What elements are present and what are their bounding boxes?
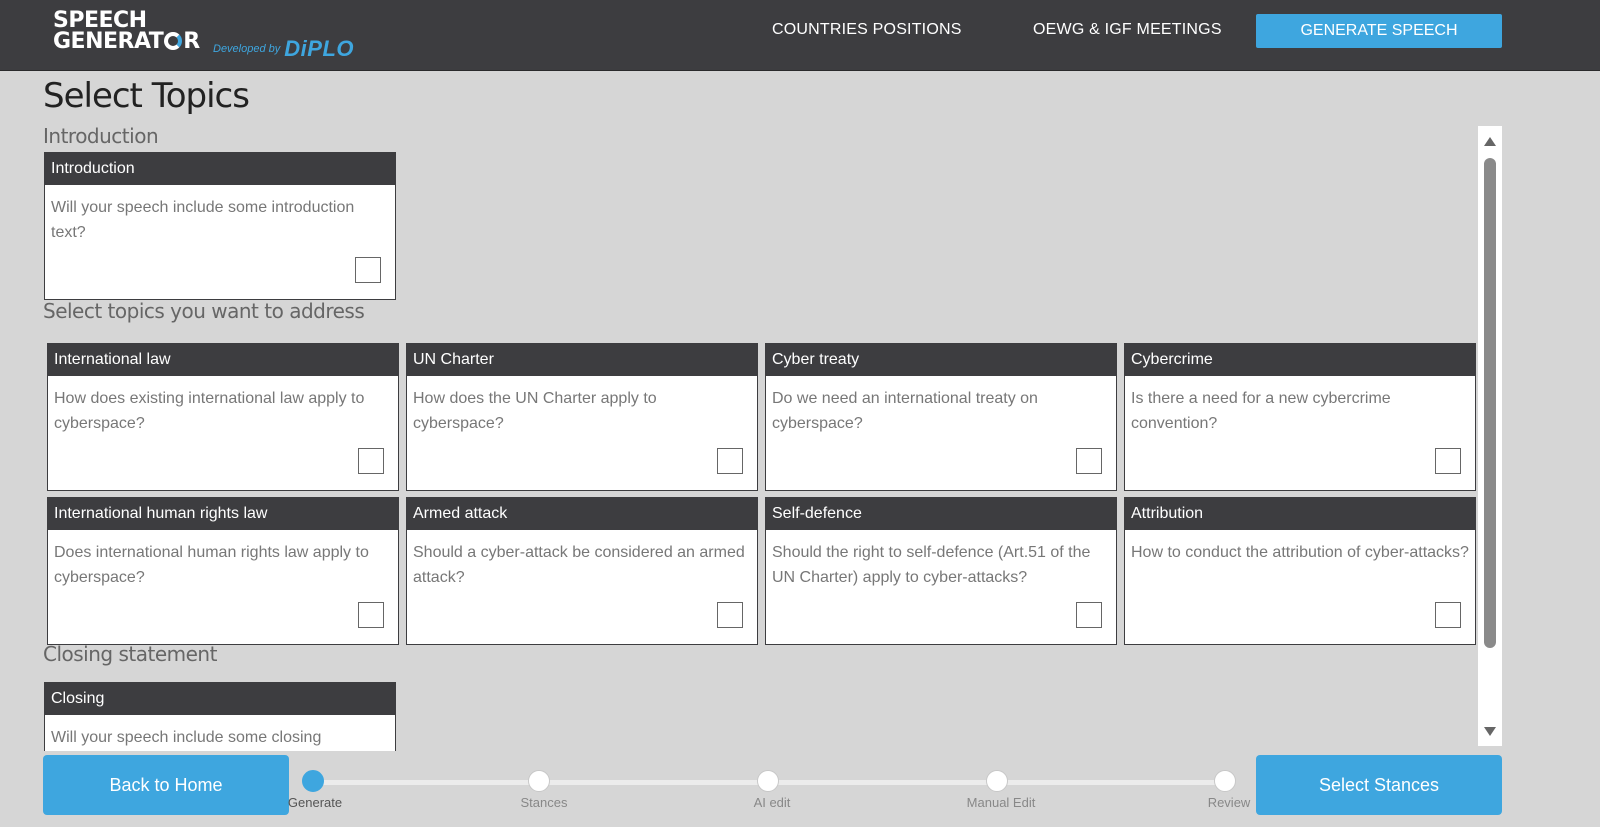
un-charter-checkbox[interactable] — [717, 448, 743, 474]
step-label-stances: Stances — [520, 795, 568, 810]
card-title: Armed attack — [407, 498, 757, 530]
developed-by-diplo: Developed by DiPLO — [213, 36, 355, 61]
card-question: Will your speech include some introducti… — [51, 199, 355, 241]
step-label-generate: Generate — [287, 795, 343, 810]
card-question: Will your speech include some closing st… — [51, 729, 322, 746]
cybercrime-checkbox[interactable] — [1435, 448, 1461, 474]
step-dot-manual-edit[interactable] — [986, 770, 1008, 792]
card-title: Cybercrime — [1125, 344, 1475, 376]
topic-card-cybercrime[interactable]: Cybercrime Is there a need for a new cyb… — [1124, 343, 1476, 491]
card-title: International law — [48, 344, 398, 376]
topic-card-self-defence[interactable]: Self-defence Should the right to self-de… — [765, 497, 1117, 645]
card-question: Is there a need for a new cybercrime con… — [1131, 390, 1391, 432]
step-dot-stances[interactable] — [528, 770, 550, 792]
section-heading-closing: Closing statement — [43, 642, 217, 666]
card-title: International human rights law — [48, 498, 398, 530]
section-heading-introduction: Introduction — [43, 124, 159, 148]
step-label-manual-edit: Manual Edit — [966, 795, 1036, 810]
card-title: Closing — [45, 683, 395, 715]
card-title: UN Charter — [407, 344, 757, 376]
topic-card-closing[interactable]: Closing Will your speech include some cl… — [44, 682, 396, 751]
diplo-brand: DiPLO — [284, 36, 355, 61]
attribution-checkbox[interactable] — [1435, 602, 1461, 628]
logo-line-1: SPEECH — [53, 8, 147, 33]
card-title: Self-defence — [766, 498, 1116, 530]
step-dot-generate[interactable] — [302, 770, 324, 792]
step-dot-ai-edit[interactable] — [757, 770, 779, 792]
scroll-up-arrow-icon[interactable] — [1484, 137, 1496, 146]
topic-card-attribution[interactable]: Attribution How to conduct the attributi… — [1124, 497, 1476, 645]
select-stances-button[interactable]: Select Stances — [1256, 755, 1502, 815]
nav-oewg-igf-meetings[interactable]: OEWG & IGF MEETINGS — [1033, 21, 1222, 39]
armed-attack-checkbox[interactable] — [717, 602, 743, 628]
card-title: Attribution — [1125, 498, 1475, 530]
card-question: How to conduct the attribution of cyber-… — [1131, 544, 1469, 561]
generate-speech-button[interactable]: GENERATE SPEECH — [1256, 14, 1502, 48]
topic-card-cyber-treaty[interactable]: Cyber treaty Do we need an international… — [765, 343, 1117, 491]
nav-countries-positions[interactable]: COUNTRIES POSITIONS — [772, 21, 962, 39]
page-title: Select Topics — [43, 76, 250, 116]
international-law-checkbox[interactable] — [358, 448, 384, 474]
human-rights-law-checkbox[interactable] — [358, 602, 384, 628]
vertical-scrollbar[interactable] — [1478, 126, 1502, 746]
logo-o-icon — [164, 32, 183, 50]
top-navbar: SPEECH GENERAT R Developed by DiPLO COUNTR… — [0, 0, 1600, 71]
card-question: How does existing international law appl… — [54, 390, 365, 432]
card-question: How does the UN Charter apply to cybersp… — [413, 390, 657, 432]
topic-card-armed-attack[interactable]: Armed attack Should a cyber-attack be co… — [406, 497, 758, 645]
back-to-home-button[interactable]: Back to Home — [43, 755, 289, 815]
step-label-review: Review — [1207, 795, 1251, 810]
card-title: Introduction — [45, 153, 395, 185]
card-question: Do we need an international treaty on cy… — [772, 390, 1038, 432]
card-question: Does international human rights law appl… — [54, 544, 369, 586]
section-heading-topics: Select topics you want to address — [43, 299, 365, 323]
scroll-down-arrow-icon[interactable] — [1484, 727, 1496, 736]
card-question: Should the right to self-defence (Art.51… — [772, 544, 1091, 586]
logo-line-2: GENERAT R — [53, 29, 200, 54]
self-defence-checkbox[interactable] — [1076, 602, 1102, 628]
topic-card-international-law[interactable]: International law How does existing inte… — [47, 343, 399, 491]
cyber-treaty-checkbox[interactable] — [1076, 448, 1102, 474]
speech-generator-logo[interactable]: SPEECH GENERAT R — [53, 8, 200, 54]
step-label-ai-edit: AI edit — [753, 795, 791, 810]
introduction-checkbox[interactable] — [355, 257, 381, 283]
topic-card-un-charter[interactable]: UN Charter How does the UN Charter apply… — [406, 343, 758, 491]
card-question: Should a cyber-attack be considered an a… — [413, 544, 745, 586]
topic-card-human-rights-law[interactable]: International human rights law Does inte… — [47, 497, 399, 645]
step-dot-review[interactable] — [1214, 770, 1236, 792]
scrollbar-thumb[interactable] — [1484, 158, 1496, 648]
topics-scroll-area: Introduction Introduction Will your spee… — [0, 120, 1600, 751]
card-title: Cyber treaty — [766, 344, 1116, 376]
topic-card-introduction[interactable]: Introduction Will your speech include so… — [44, 152, 396, 300]
